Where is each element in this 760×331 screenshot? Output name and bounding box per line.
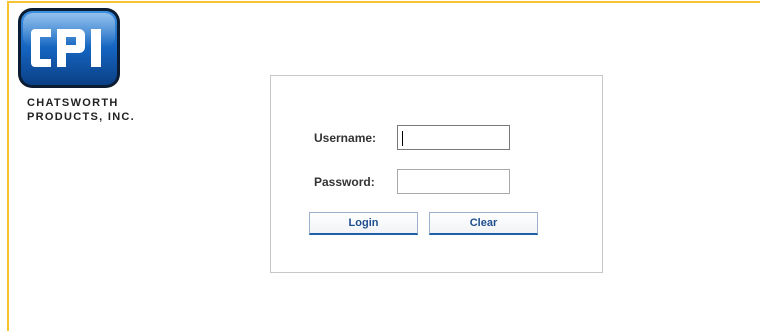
company-name-line1: CHATSWORTH xyxy=(27,97,119,109)
password-label: Password: xyxy=(314,175,375,189)
username-input[interactable] xyxy=(397,125,510,150)
company-name-line2: PRODUCTS, INC. xyxy=(27,111,136,123)
username-label: Username: xyxy=(314,131,377,145)
login-button[interactable]: Login xyxy=(309,212,418,235)
text-caret xyxy=(402,131,403,146)
clear-button[interactable]: Clear xyxy=(429,212,538,235)
password-input[interactable] xyxy=(397,169,510,194)
cpi-logo-icon xyxy=(17,7,121,89)
company-name: CHATSWORTH PRODUCTS, INC. xyxy=(27,96,137,124)
